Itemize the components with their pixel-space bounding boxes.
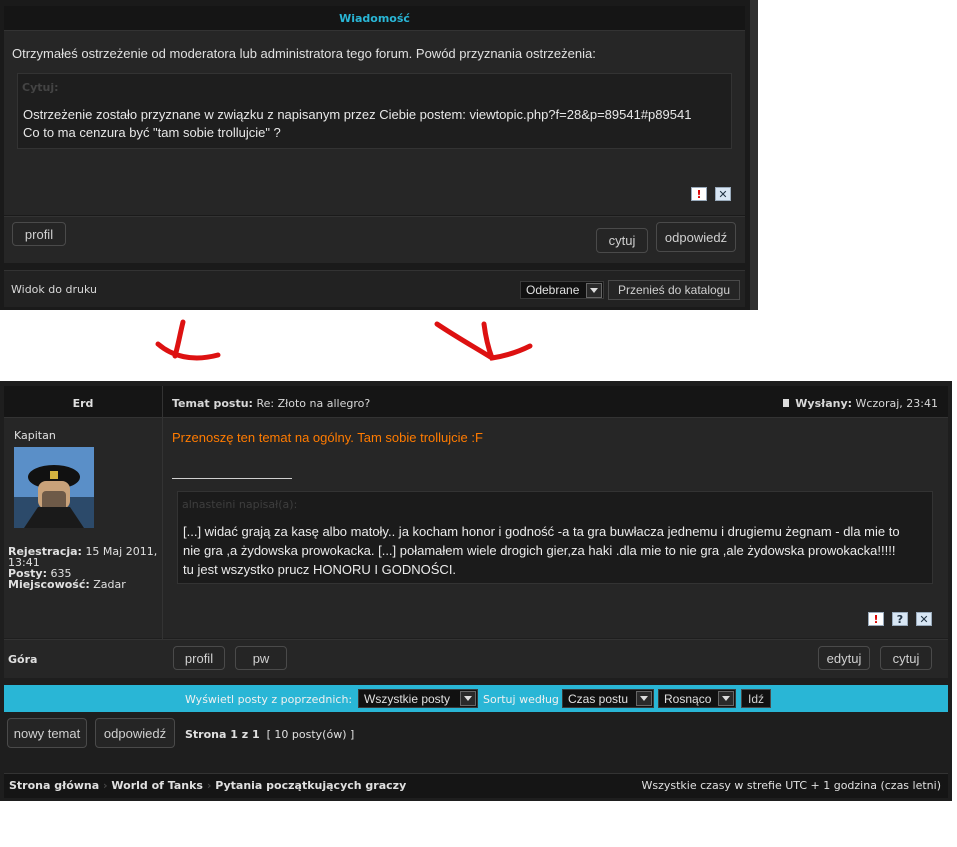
page-info: Strona 1 z 1 [ 10 posty(ów) ]	[185, 728, 354, 741]
filter-show-label: Wyświetl posty z poprzednich:	[185, 693, 353, 706]
sort-order-select[interactable]: Rosnąco	[658, 689, 736, 708]
breadcrumb: Strona główna › World of Tanks › Pytania…	[9, 779, 407, 792]
quote-button[interactable]: cytuj	[596, 228, 648, 253]
breadcrumb-subforum[interactable]: Pytania początkujących graczy	[215, 779, 406, 792]
post-subject: Temat postu: Re: Złoto na allegro?	[172, 397, 370, 410]
go-button[interactable]: Idź	[741, 689, 771, 708]
quote-line: Ostrzeżenie zostało przyznane w związku …	[23, 107, 692, 122]
profile-button[interactable]: profil	[12, 222, 66, 246]
user-rank: Kapitan	[14, 429, 56, 442]
reply-button[interactable]: odpowiedź	[95, 718, 175, 748]
posted-label: Wysłany:	[795, 397, 853, 410]
subject-value: Re: Złoto na allegro?	[256, 397, 371, 410]
annotation-arrows	[155, 319, 533, 361]
sort-by-select[interactable]: Czas postu	[562, 689, 654, 708]
message-title: Wiadomość	[339, 12, 410, 25]
folder-select[interactable]: Odebrane	[520, 281, 604, 299]
chevron-down-icon	[636, 691, 652, 706]
breadcrumb-home[interactable]: Strona główna	[9, 779, 99, 792]
delete-icon[interactable]: ✕	[715, 187, 731, 201]
message-panel: Wiadomość Otrzymałeś ostrzeżenie od mode…	[0, 0, 758, 310]
post-link-icon[interactable]	[782, 399, 789, 407]
user-registration: Rejestracja: 15 Maj 2011, 13:41 Posty: 6…	[8, 546, 157, 590]
sort-label: Sortuj według	[483, 693, 559, 706]
moderator-message: Przenoszę ten temat na ogólny. Tam sobie…	[172, 430, 483, 445]
scrollbar[interactable]	[750, 0, 758, 310]
reg-value: 15 Maj 2011,	[85, 545, 158, 558]
location-value: Zadar	[93, 578, 126, 591]
sort-order-value: Rosnąco	[664, 691, 712, 706]
signature-divider	[172, 478, 292, 479]
posts-count: [ 10 posty(ów) ]	[266, 728, 355, 741]
report-icon[interactable]: !	[868, 612, 884, 626]
avatar	[14, 447, 94, 528]
red-arrow-right	[434, 321, 533, 361]
post-date: Wysłany: Wczoraj, 23:41	[782, 397, 938, 410]
info-icon[interactable]: ?	[892, 612, 908, 626]
sort-by-value: Czas postu	[568, 691, 629, 706]
chevron-down-icon	[460, 691, 476, 706]
edit-button[interactable]: edytuj	[818, 646, 870, 670]
red-arrow-left	[155, 319, 221, 361]
quote-line: nie gra ,a żydowska prowokacka. [...] po…	[183, 543, 896, 558]
top-link[interactable]: Góra	[8, 653, 37, 666]
breadcrumb-forum[interactable]: World of Tanks	[111, 779, 203, 792]
warning-intro: Otrzymałeś ostrzeżenie od moderatora lub…	[12, 46, 596, 61]
quote-line: [...] widać grają za kasę albo matoły.. …	[183, 524, 900, 539]
reply-button[interactable]: odpowiedź	[656, 222, 736, 252]
profile-button[interactable]: profil	[173, 646, 225, 670]
chevron-down-icon	[586, 283, 602, 298]
show-posts-value: Wszystkie posty	[364, 691, 451, 706]
quote-button[interactable]: cytuj	[880, 646, 932, 670]
subject-label: Temat postu:	[172, 397, 253, 410]
print-view-link[interactable]: Widok do druku	[11, 283, 97, 296]
post-author: Erd	[72, 397, 94, 410]
timezone-info: Wszystkie czasy w strefie UTC + 1 godzin…	[641, 779, 942, 792]
report-icon[interactable]: !	[691, 187, 707, 201]
post-panel: Erd Temat postu: Re: Złoto na allegro? W…	[0, 381, 952, 801]
delete-icon[interactable]: ✕	[916, 612, 932, 626]
new-topic-button[interactable]: nowy temat	[7, 718, 87, 748]
quote-line: tu jest wszystko prucz HONORU I GODNOŚCI…	[183, 562, 457, 577]
pm-button[interactable]: pw	[235, 646, 287, 670]
quote-label: Cytuj:	[22, 81, 59, 94]
location-label: Miejscowość:	[8, 578, 90, 591]
quote-line: Co to ma cenzura być "tam sobie trollujc…	[23, 125, 281, 140]
show-posts-select[interactable]: Wszystkie posty	[358, 689, 478, 708]
quote-author: alnasteini napisał(a):	[182, 498, 298, 511]
page-text: Strona 1 z 1	[185, 728, 260, 741]
move-to-folder-button[interactable]: Przenieś do katalogu	[608, 280, 740, 300]
posted-value: Wczoraj, 23:41	[855, 397, 938, 410]
folder-select-value: Odebrane	[526, 283, 580, 297]
chevron-down-icon	[718, 691, 734, 706]
post-actions-row	[4, 639, 948, 678]
